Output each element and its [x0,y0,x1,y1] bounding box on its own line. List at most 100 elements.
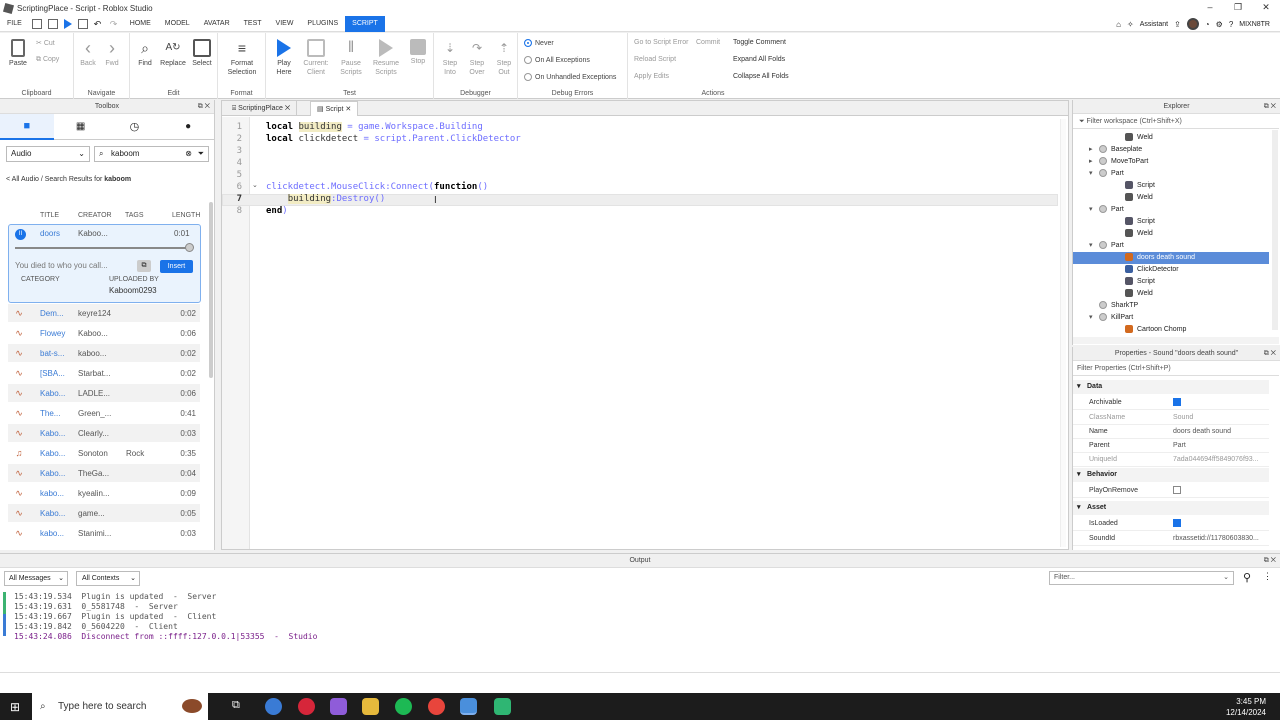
tab-creations[interactable]: ● [161,114,215,140]
explorer-item[interactable]: ▸ Baseplate [1073,144,1269,156]
opera-icon[interactable] [298,698,315,715]
toolbox-scrollbar[interactable] [209,202,213,378]
pause-icon[interactable]: II [15,229,26,240]
explorer-item[interactable]: Weld [1073,288,1269,300]
tab-home[interactable]: HOME [123,16,158,32]
code-line[interactable]: 6 clickdetect.MouseClick:Connect(function… [222,181,489,193]
prop-name[interactable]: Name doors death sound [1073,425,1269,439]
playback-progress-bar[interactable] [15,243,195,252]
tab-recent[interactable]: ◷ [107,114,162,140]
command-bar[interactable] [0,672,1280,692]
audio-result-row[interactable]: ∿ Kabo... Clearly... 0:03 [8,424,200,442]
explorer-hscrollbar[interactable] [1073,337,1279,344]
audio-result-row[interactable]: ∿ Flowey Kaboo... 0:06 [8,324,200,342]
toggle-comment-button[interactable]: Toggle Comment [733,39,786,46]
explorer-item[interactable]: Script [1073,180,1269,192]
insert-button[interactable]: Insert [160,260,193,273]
uploader-name[interactable]: Kaboom0293 [109,286,157,295]
section-behavior[interactable]: ▾ Behavior [1073,468,1269,482]
close-icon[interactable]: ⧉ ✕ [1264,554,1276,568]
tab-view[interactable]: VIEW [269,16,301,32]
audio-result-row[interactable]: ∿ [SBA... Starbat... 0:02 [8,364,200,382]
music-note-icon[interactable]: ♫ [12,448,26,458]
prop-soundid[interactable]: SoundId rbxassetid://11780603830... [1073,532,1269,546]
commit-button[interactable]: Commit [696,39,720,46]
avatar[interactable] [1186,18,1199,30]
code-line[interactable]: 4 [222,157,266,169]
resume-scripts-button[interactable]: Resume Scripts [370,39,402,77]
expand-caret-icon[interactable]: ▾ [1089,204,1099,216]
tab-categories[interactable]: ▦ [53,114,108,140]
prop-value[interactable]: rbxassetid://11780603830... [1173,532,1267,546]
col-creator[interactable]: CREATOR [78,212,112,219]
task-view-icon[interactable]: ⧉ [232,699,240,712]
never-option[interactable]: Never [524,39,554,47]
code-line[interactable]: 8 end) [222,205,288,217]
username[interactable]: MIXN8TR [1239,21,1270,28]
tab-plugins[interactable]: PLUGINS [300,16,345,32]
waveform-icon[interactable]: ∿ [12,468,26,479]
selected-audio-card[interactable]: II doors Kaboo... 0:01 You died to who y… [8,224,201,303]
copy-button[interactable]: ⧉ Copy [36,55,59,64]
play-icon[interactable] [63,18,72,29]
stop-button[interactable]: Stop [406,39,430,66]
output-line[interactable]: 15:43:19.534 Plugin is updated - Server [14,592,216,602]
clear-output-icon[interactable]: ⚲ [1243,571,1251,584]
share-icon[interactable]: ⇪ [1174,20,1181,29]
close-icon[interactable]: ✕ [283,105,290,112]
explorer-item[interactable]: ▾ KillPart [1073,312,1269,324]
go-to-script-error-button[interactable]: Go to Script Error [634,39,688,46]
explorer-scrollbar[interactable] [1272,130,1278,330]
never-radio[interactable] [524,39,532,47]
explorer-item[interactable]: Weld [1073,192,1269,204]
play-options-icon[interactable] [77,18,88,29]
explorer-item[interactable]: Weld [1073,132,1269,144]
on-all-exceptions-option[interactable]: On All Exceptions [524,56,590,64]
tab-model[interactable]: MODEL [158,16,197,32]
undo-icon[interactable]: ↶ [94,19,104,29]
col-length[interactable]: LENGTH [172,212,200,219]
waveform-icon[interactable]: ∿ [12,368,26,379]
col-tags[interactable]: TAGS [125,212,144,219]
back-button[interactable]: ‹ Back [78,39,98,68]
explorer-item[interactable]: ▸ MoveToPart [1073,156,1269,168]
section-data[interactable]: ▾ Data [1073,380,1269,394]
prop-parent[interactable]: Parent Part [1073,439,1269,453]
explorer-item[interactable]: doors death sound [1073,252,1269,264]
file-menu[interactable]: FILE [0,16,29,32]
find-button[interactable]: ⌕ Find [134,39,156,68]
close-icon[interactable]: ⧉ ✕ [198,100,210,114]
waveform-icon[interactable]: ∿ [12,408,26,419]
step-into-button[interactable]: ⇣ Step Into [438,39,462,77]
waveform-icon[interactable]: ∿ [12,348,26,359]
code-line[interactable]: 3 [222,145,266,157]
code-line[interactable]: 1 local building = game.Workspace.Buildin… [222,121,483,133]
output-line[interactable]: 15:43:24.086 Disconnect from ::ffff:127.… [14,632,317,642]
search-field[interactable]: ⌕ kaboom ⊗ ⏷ [94,146,209,162]
save-icon[interactable] [31,18,42,29]
waveform-icon[interactable]: ∿ [12,508,26,519]
explorer-item[interactable]: ▾ Part [1073,240,1269,252]
audio-result-row[interactable]: ∿ kabo... Stanimi... 0:03 [8,524,200,542]
audio-result-row[interactable]: ∿ Kabo... game... 0:05 [8,504,200,522]
tab-script[interactable]: ▤ Script ✕ [310,101,359,116]
tab-inventory[interactable]: ■ [0,114,54,140]
explorer-item[interactable]: Weld [1073,228,1269,240]
replace-button[interactable]: A↻ Replace [160,39,186,68]
tab-scriptingplace[interactable]: ⌸ ScriptingPlace ✕ [226,101,298,116]
output-filter-input[interactable]: Filter... ⌄ [1049,571,1234,585]
tab-avatar[interactable]: AVATAR [197,16,237,32]
team-create-icon[interactable]: ⌂ [1116,20,1121,29]
assistant-icon[interactable]: ✧ [1127,20,1134,29]
filter-icon[interactable]: ⏷ [198,147,204,161]
select-button[interactable]: Select [190,39,214,68]
expand-caret-icon[interactable]: ▾ [1089,312,1099,324]
spotify-icon[interactable] [395,698,412,715]
output-line[interactable]: 15:43:19.631 0_5581748 - Server [14,602,178,612]
expand-all-folds-button[interactable]: Expand All Folds [733,56,785,63]
category-dropdown[interactable]: Audio ⌄ [6,146,90,162]
windows-start-icon[interactable]: ⊞ [10,700,20,714]
audio-result-row[interactable]: ∿ Dem... keyre124 0:02 [8,304,200,322]
explorer-filter[interactable]: ⏷ Filter workspace (Ctrl+Shift+X) [1073,115,1279,129]
redo-icon[interactable]: ↷ [110,19,120,29]
